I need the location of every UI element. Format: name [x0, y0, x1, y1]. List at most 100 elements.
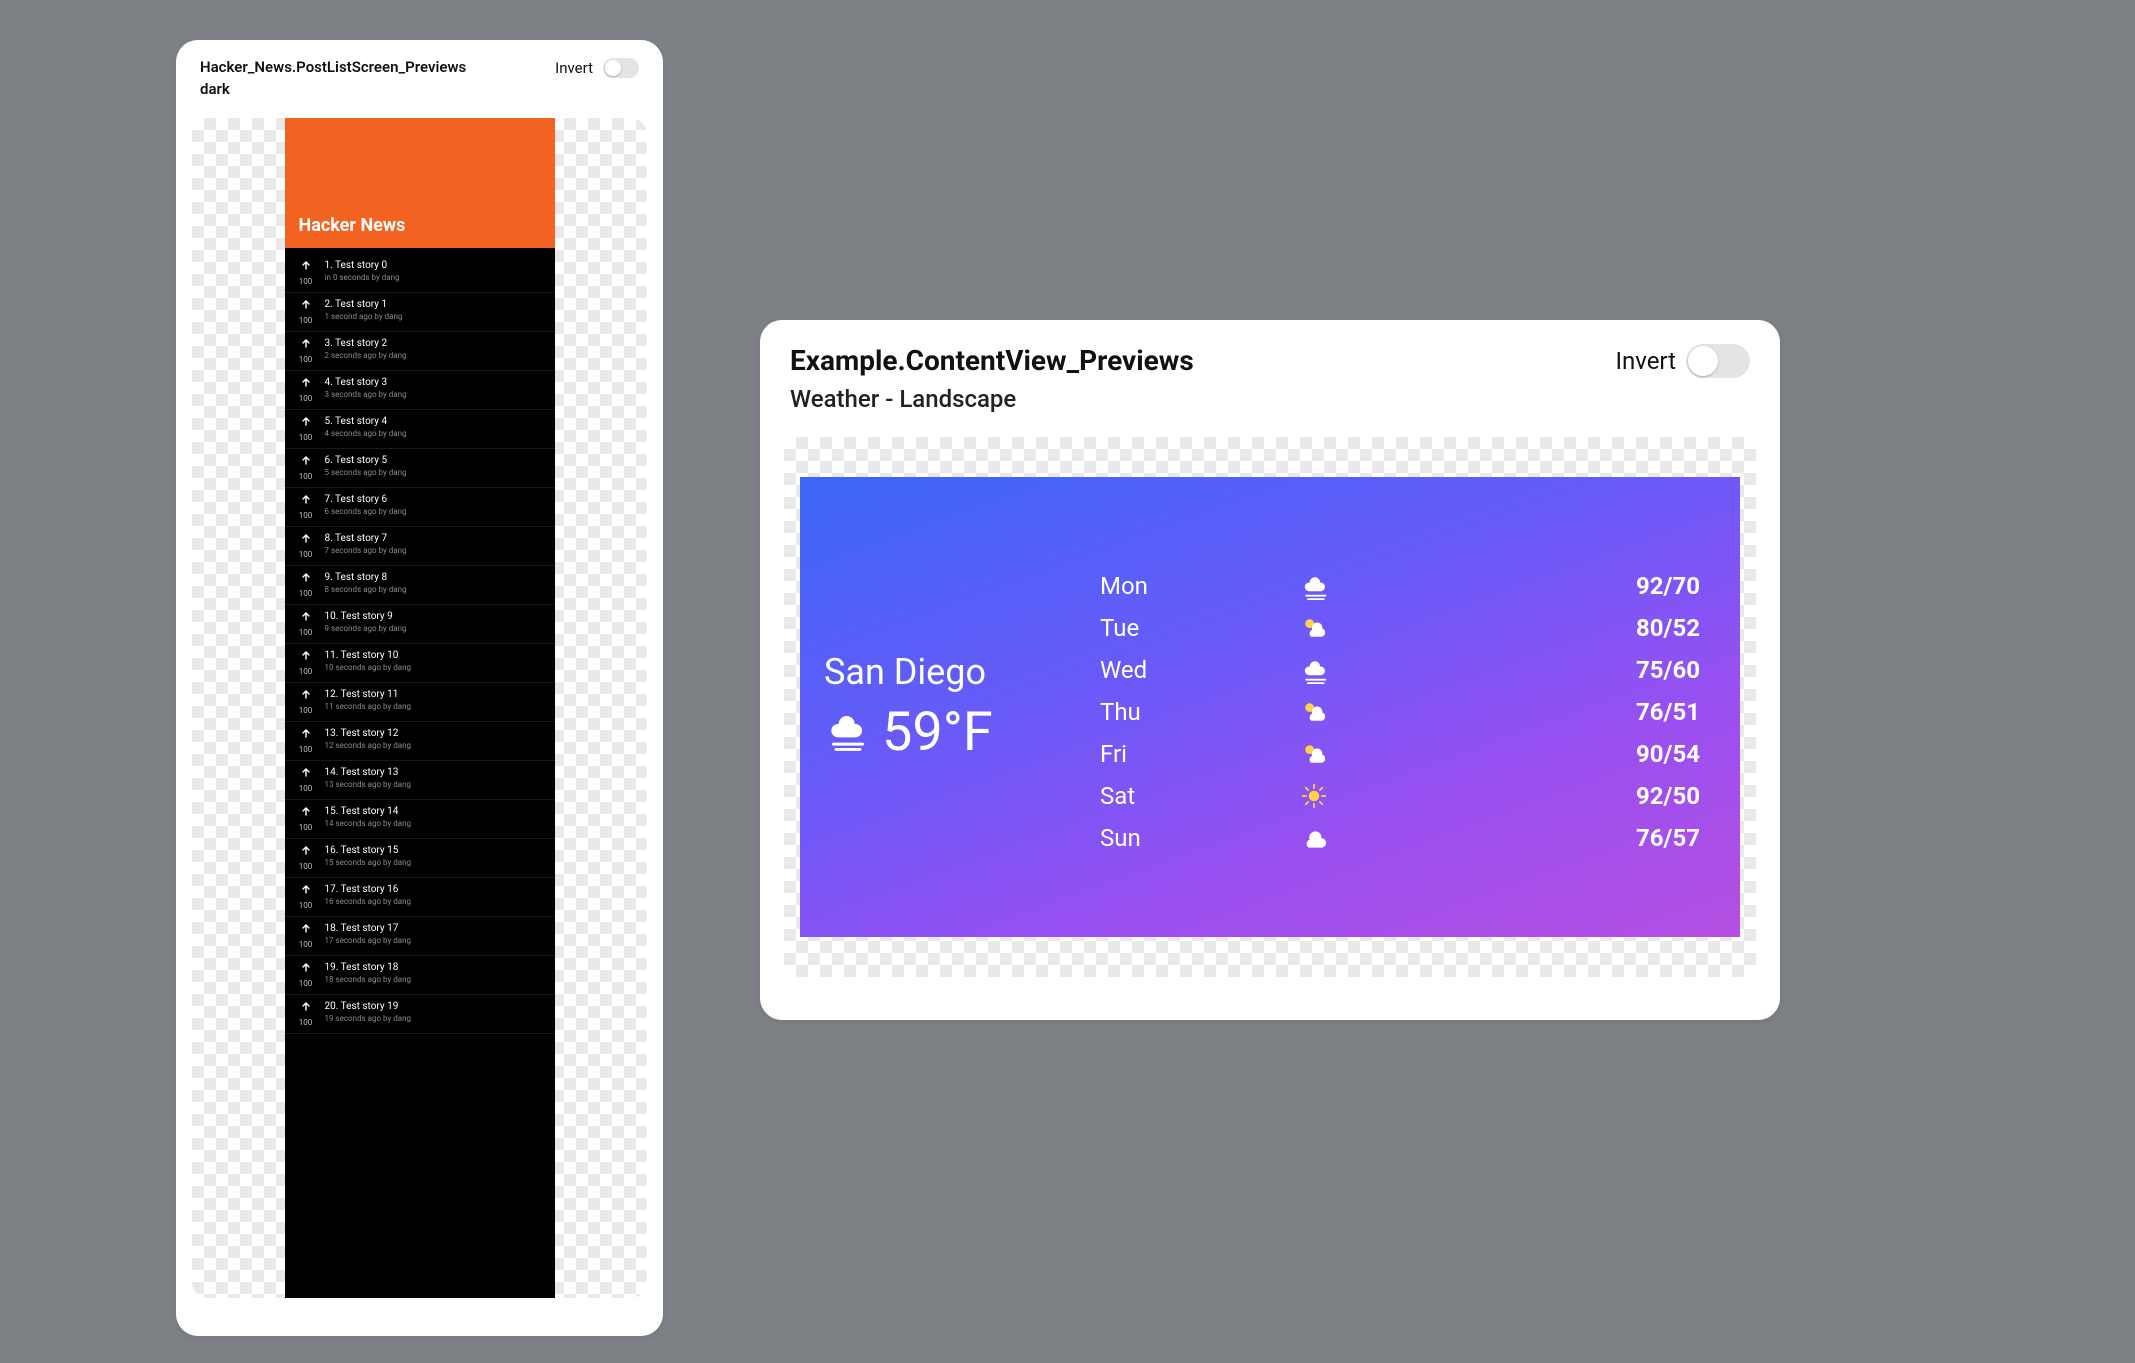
story-meta: 2 seconds ago by dang	[325, 351, 407, 360]
hn-story-row[interactable]: 1008. Test story 77 seconds ago by dang	[285, 527, 555, 566]
upvote-button[interactable]: 100	[295, 416, 317, 442]
forecast-row: Wed75/60	[1100, 656, 1700, 684]
invert-toggle[interactable]	[1686, 344, 1750, 378]
preview-canvas: Hacker News 1001. Test story 0in 0 secon…	[192, 118, 647, 1298]
story-title: 1. Test story 0	[325, 260, 400, 271]
forecast-row: Sun76/57	[1100, 824, 1700, 852]
forecast-row: Sat92/50	[1100, 782, 1700, 810]
up-arrow-icon	[300, 845, 312, 860]
hi-lo-temp: 76/51	[1500, 698, 1700, 726]
story-meta: 16 seconds ago by dang	[325, 897, 412, 906]
forecast-row: Mon 92/70	[1100, 572, 1700, 600]
hn-story-row[interactable]: 1006. Test story 55 seconds ago by dang	[285, 449, 555, 488]
upvote-button[interactable]: 100	[295, 611, 317, 637]
weather-preview-card: Example.ContentView_Previews Weather - L…	[760, 320, 1780, 1020]
story-title: 9. Test story 8	[325, 572, 407, 583]
hn-story-row[interactable]: 10018. Test story 1717 seconds ago by da…	[285, 917, 555, 956]
upvote-button[interactable]: 100	[295, 845, 317, 871]
hn-story-row[interactable]: 10015. Test story 1414 seconds ago by da…	[285, 800, 555, 839]
hi-lo-temp: 92/70	[1500, 572, 1700, 600]
card-header: Example.ContentView_Previews Weather - L…	[760, 320, 1780, 419]
current-temperature: 59°F	[882, 701, 993, 764]
upvote-button[interactable]: 100	[295, 494, 317, 520]
points-label: 100	[299, 511, 313, 520]
hn-story-row[interactable]: 100 17. Test story 16 16 seconds ago by da…	[285, 878, 555, 917]
story-meta: 3 seconds ago by dang	[325, 390, 407, 399]
story-meta: 10 seconds ago by dang	[325, 663, 412, 672]
hn-story-row[interactable]: 1001. Test story 0in 0 seconds by dang	[285, 254, 555, 293]
upvote-button[interactable]: 100	[295, 962, 317, 988]
fog-icon	[1300, 656, 1328, 684]
story-title: 3. Test story 2	[325, 338, 407, 349]
hn-story-row[interactable]: 10012. Test story 1111 seconds ago by da…	[285, 683, 555, 722]
upvote-button[interactable]: 100	[295, 1001, 317, 1027]
points-label: 100	[299, 940, 313, 949]
preview-title: Example.ContentView_Previews	[790, 344, 1194, 377]
points-label: 100	[299, 433, 313, 442]
up-arrow-icon	[300, 377, 312, 392]
day-label: Fri	[1100, 740, 1300, 768]
card-header: Hacker_News.PostListScreen_Previews dark…	[176, 40, 663, 106]
hn-story-row[interactable]: 10010. Test story 99 seconds ago by dang	[285, 605, 555, 644]
invert-label: Invert	[1615, 347, 1676, 375]
upvote-button[interactable]: 100	[295, 572, 317, 598]
upvote-button[interactable]: 100	[295, 689, 317, 715]
hn-story-row[interactable]: 10016. Test story 1515 seconds ago by da…	[285, 839, 555, 878]
upvote-button[interactable]: 100	[295, 650, 317, 676]
hn-navbar: Hacker News	[285, 118, 555, 248]
upvote-button[interactable]: 100	[295, 767, 317, 793]
story-title: 5. Test story 4	[325, 416, 407, 427]
hn-story-row[interactable]: 10013. Test story 1212 seconds ago by da…	[285, 722, 555, 761]
hn-story-row[interactable]: 100 3. Test story 2 2 seconds ago by dang	[285, 332, 555, 371]
upvote-button[interactable]: 100	[295, 299, 317, 325]
story-meta: 17 seconds ago by dang	[325, 936, 412, 945]
upvote-button[interactable]: 100	[295, 884, 317, 910]
preview-canvas: San Diego 59°F Mon92/70Tue80/52Wed75/60T…	[784, 437, 1756, 977]
points-label: 100	[299, 1018, 313, 1027]
upvote-button[interactable]: 100	[295, 455, 317, 481]
hi-lo-temp: 90/54	[1500, 740, 1700, 768]
upvote-button[interactable]: 100	[295, 533, 317, 559]
hi-lo-temp: 92/50	[1500, 782, 1700, 810]
story-title: 17. Test story 16	[325, 884, 412, 895]
story-meta: 18 seconds ago by dang	[325, 975, 412, 984]
day-label: Mon	[1100, 572, 1300, 600]
story-title: 8. Test story 7	[325, 533, 407, 544]
day-label: Thu	[1100, 698, 1300, 726]
hi-lo-temp: 80/52	[1500, 614, 1700, 642]
upvote-button[interactable]: 100	[295, 338, 317, 364]
upvote-button[interactable]: 100	[295, 260, 317, 286]
forecast-row: Fri 90/54	[1100, 740, 1700, 768]
up-arrow-icon	[300, 611, 312, 626]
up-arrow-icon	[300, 1001, 312, 1016]
forecast-row: Tue 80/52	[1100, 614, 1700, 642]
hn-story-row[interactable]: 10011. Test story 1010 seconds ago by da…	[285, 644, 555, 683]
hn-story-row[interactable]: 10020. Test story 1919 seconds ago by da…	[285, 995, 555, 1034]
upvote-button[interactable]: 100	[295, 923, 317, 949]
hn-story-row[interactable]: 1002. Test story 11 second ago by dang	[285, 293, 555, 332]
weather-app-frame: San Diego 59°F Mon92/70Tue80/52Wed75/60T…	[800, 477, 1740, 937]
story-title: 13. Test story 12	[325, 728, 412, 739]
hn-app-frame: Hacker News 1001. Test story 0in 0 secon…	[285, 118, 555, 1298]
hn-story-row[interactable]: 1007. Test story 66 seconds ago by dang	[285, 488, 555, 527]
hn-story-list[interactable]: 1001. Test story 0in 0 seconds by dang10…	[285, 248, 555, 1040]
story-meta: 9 seconds ago by dang	[325, 624, 407, 633]
upvote-button[interactable]: 100	[295, 728, 317, 754]
preview-title: Hacker_News.PostListScreen_Previews	[200, 58, 466, 76]
upvote-button[interactable]: 100	[295, 806, 317, 832]
story-title: 16. Test story 15	[325, 845, 412, 856]
upvote-button[interactable]: 100	[295, 377, 317, 403]
points-label: 100	[299, 901, 313, 910]
up-arrow-icon	[300, 962, 312, 977]
points-label: 100	[299, 823, 313, 832]
hn-story-row[interactable]: 1005. Test story 44 seconds ago by dang	[285, 410, 555, 449]
hn-story-row[interactable]: 1004. Test story 33 seconds ago by dang	[285, 371, 555, 410]
invert-toggle[interactable]	[603, 58, 639, 78]
hn-story-row[interactable]: 10014. Test story 1313 seconds ago by da…	[285, 761, 555, 800]
preview-subtitle: dark	[200, 80, 466, 98]
story-title: 20. Test story 19	[325, 1001, 412, 1012]
story-title: 7. Test story 6	[325, 494, 407, 505]
hn-story-row[interactable]: 10019. Test story 1818 seconds ago by da…	[285, 956, 555, 995]
day-label: Tue	[1100, 614, 1300, 642]
hn-story-row[interactable]: 1009. Test story 88 seconds ago by dang	[285, 566, 555, 605]
